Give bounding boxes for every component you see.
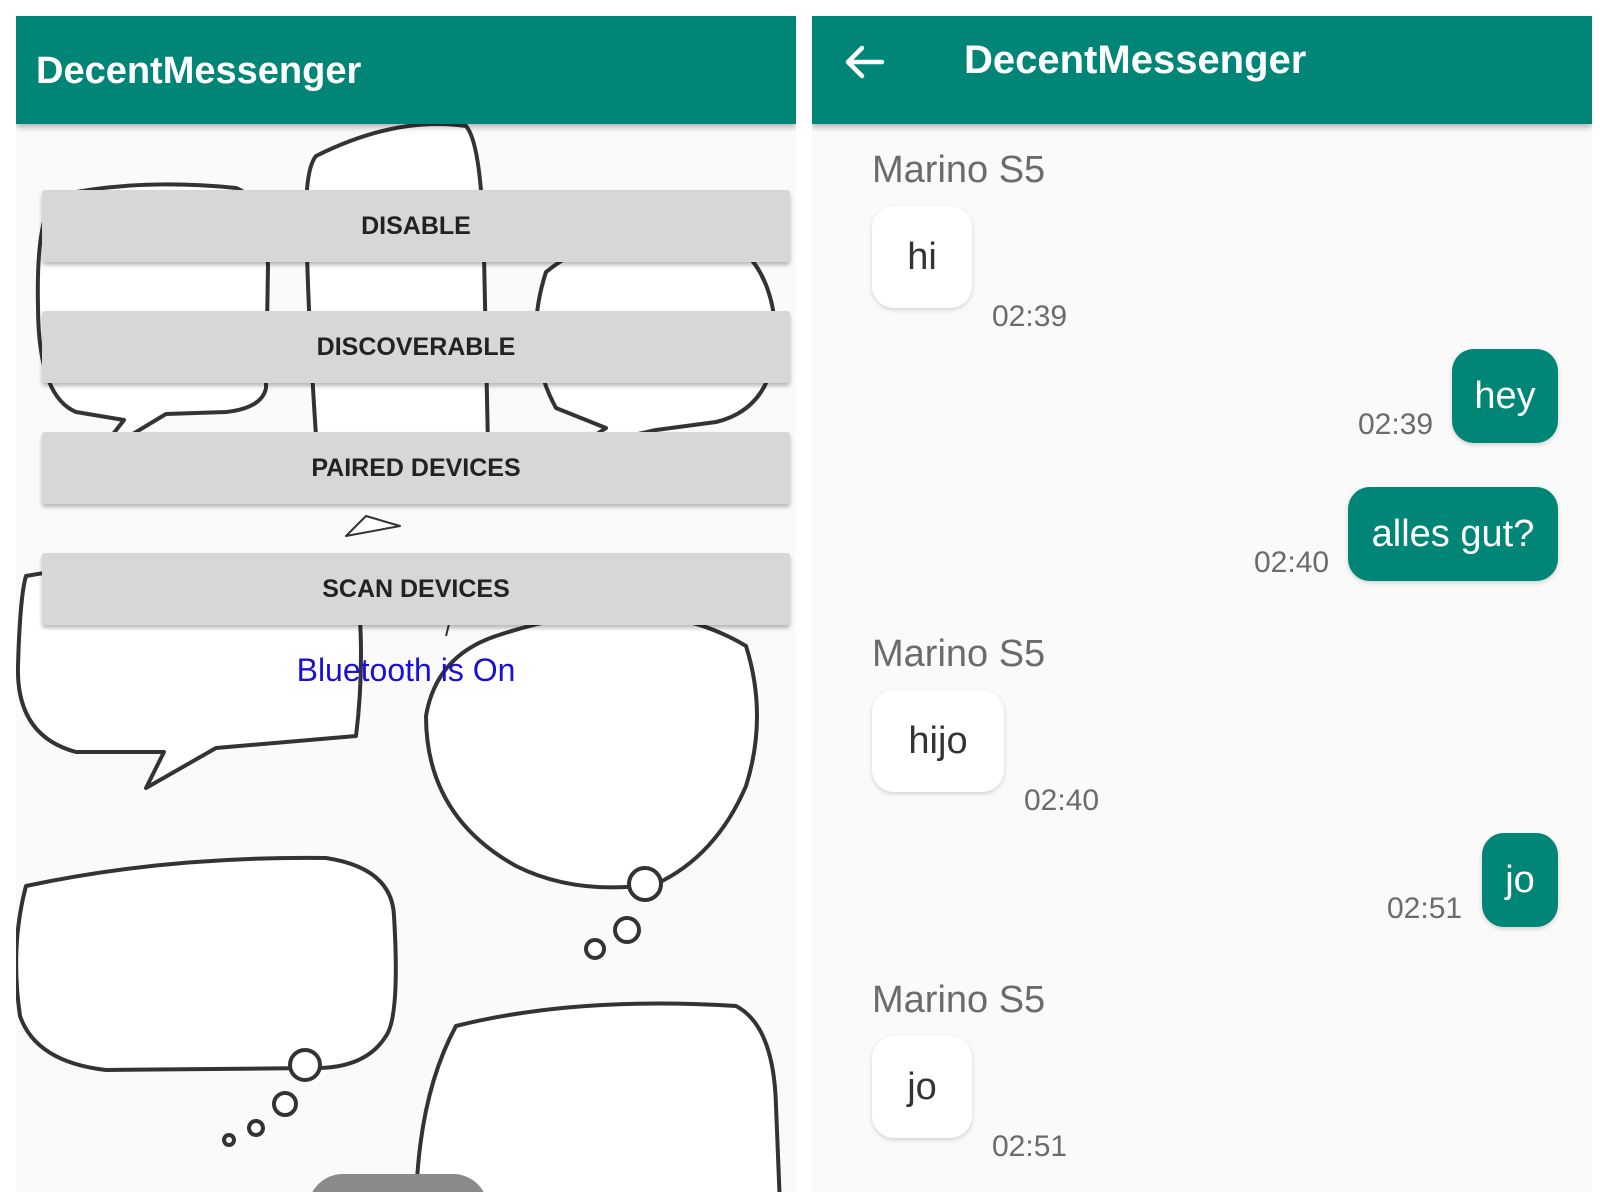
message-timestamp: 02:39 — [992, 300, 1068, 333]
discoverable-button[interactable]: DISCOVERABLE — [42, 311, 790, 383]
message-timestamp: 02:40 — [1024, 784, 1100, 817]
outgoing-message-bubble[interactable]: hey — [1452, 349, 1558, 443]
scan-devices-button[interactable]: SCAN DEVICES — [42, 553, 790, 625]
outgoing-message-bubble[interactable]: jo — [1482, 833, 1558, 927]
chat-screen: DecentMessenger Marino S5 hi 02:39 02:39… — [812, 16, 1592, 1192]
floating-action-button[interactable] — [308, 1174, 488, 1192]
chat-app-title: DecentMessenger — [964, 38, 1307, 82]
arrow-back-icon[interactable] — [842, 40, 886, 84]
message-timestamp: 02:40 — [1254, 546, 1330, 579]
message-timestamp: 02:39 — [1358, 408, 1434, 441]
outgoing-message-bubble[interactable]: alles gut? — [1348, 487, 1558, 581]
home-app-title: DecentMessenger — [36, 50, 362, 92]
home-screen: DecentMessenger DISABLE DISCOVERABLE PAI… — [16, 16, 796, 1192]
bluetooth-status-text: Bluetooth is On — [296, 652, 516, 688]
message-timestamp: 02:51 — [992, 1130, 1068, 1163]
message-sender: Marino S5 — [872, 979, 1046, 1021]
message-sender: Marino S5 — [872, 633, 1046, 675]
chat-app-bar: DecentMessenger — [812, 16, 1592, 124]
disable-button[interactable]: DISABLE — [42, 190, 790, 262]
message-sender: Marino S5 — [872, 149, 1046, 191]
incoming-message-bubble[interactable]: hi — [872, 206, 972, 308]
incoming-message-bubble[interactable]: hijo — [872, 690, 1004, 792]
message-timestamp: 02:51 — [1387, 892, 1463, 925]
paired-devices-button[interactable]: PAIRED DEVICES — [42, 432, 790, 504]
incoming-message-bubble[interactable]: jo — [872, 1036, 972, 1138]
home-app-bar: DecentMessenger — [16, 16, 796, 124]
